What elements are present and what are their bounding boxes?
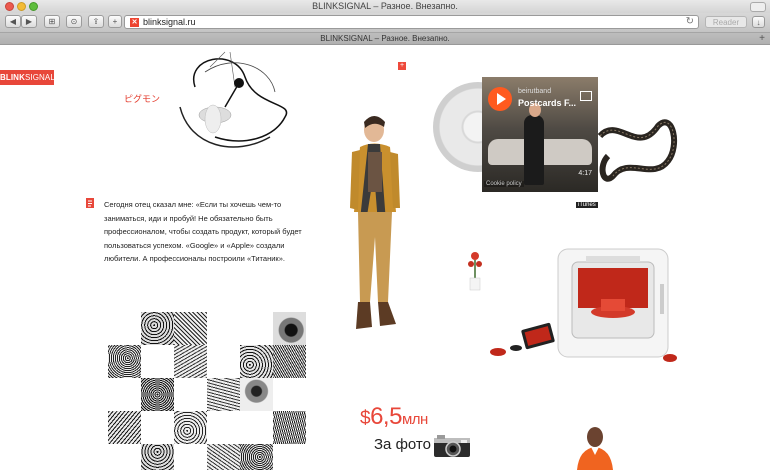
site-logo[interactable]: BLINKSIGNAL [0, 70, 55, 85]
mosaic-tile [174, 411, 207, 444]
plus-icon: + [112, 17, 118, 26]
video-player[interactable]: beirutband Postcards F... 4:17 Cookie po… [482, 77, 598, 192]
mosaic-tile [273, 312, 306, 345]
window-titlebar: BLINKSIGNAL – Разное. Внезапно. [0, 0, 770, 13]
bookmarks-icon: ⊙ [70, 17, 78, 26]
video-title[interactable]: Postcards F... [518, 98, 576, 108]
mosaic-tile [174, 345, 207, 378]
football-player-image [577, 427, 613, 470]
mosaic-tile [108, 411, 141, 444]
price-unit: млн [401, 411, 428, 428]
back-arrow-icon: ◀ [9, 17, 17, 26]
japanese-label[interactable]: ピグモン [124, 92, 160, 105]
tab-bar: BLINKSIGNAL – Разное. Внезапно. + [0, 32, 770, 45]
itunes-badge[interactable]: iTunes [576, 202, 598, 208]
mosaic-tile [141, 378, 174, 411]
top-sites-icon: ⊞ [48, 17, 56, 26]
browser-toolbar: ◀ ▶ ⊞ ⊙ ⇪ + ✕ blinksignal.ru ↻ Reader ↓ [0, 13, 770, 32]
price-amount[interactable]: $6,5млн [360, 403, 428, 431]
photo-label[interactable]: За фото [374, 436, 431, 453]
history-button[interactable]: ⊙ [66, 15, 82, 28]
reader-button[interactable]: Reader [705, 16, 747, 28]
mosaic-tile [108, 345, 141, 378]
mosaic-tile [273, 411, 306, 444]
add-bookmark-button[interactable]: + [108, 15, 122, 28]
document-icon [86, 198, 94, 208]
price-currency: $ [360, 408, 371, 429]
toolbar-toggle-button[interactable] [750, 2, 766, 12]
back-button[interactable]: ◀ [5, 15, 21, 28]
cookie-policy-link[interactable]: Cookie policy [484, 181, 524, 187]
favicon-icon: ✕ [130, 18, 139, 27]
expand-plus-icon[interactable]: + [398, 62, 406, 70]
tab-title[interactable]: BLINKSIGNAL – Разное. Внезапно. [0, 34, 770, 43]
mosaic-tile [273, 345, 306, 378]
price-value: 6,5 [370, 403, 402, 430]
share-button[interactable]: ⇪ [88, 15, 104, 28]
mosaic-tile [207, 378, 240, 411]
quote-text[interactable]: Сегодня отец сказал мне: «Если ты хочешь… [104, 198, 312, 266]
mosaic-tile [141, 444, 174, 470]
video-person-image [524, 115, 544, 185]
mosaic-tile [141, 312, 174, 345]
play-icon[interactable] [488, 87, 512, 111]
film-strip-image [598, 119, 678, 182]
logo-rest-text: SIGNAL [24, 73, 55, 82]
address-bar[interactable]: ✕ blinksignal.ru ↻ [124, 15, 699, 29]
share-icon: ⇪ [92, 17, 100, 26]
3d-printer-image[interactable] [478, 244, 683, 369]
forward-arrow-icon: ▶ [25, 17, 33, 26]
top-sites-button[interactable]: ⊞ [44, 15, 60, 28]
download-icon: ↓ [756, 18, 761, 27]
mosaic-tile [174, 312, 207, 345]
share-icon[interactable] [580, 91, 592, 101]
downloads-button[interactable]: ↓ [752, 16, 765, 28]
mosaic-tile [240, 444, 273, 470]
mosaic-tile [240, 345, 273, 378]
headphones-sketch-image[interactable] [175, 47, 295, 152]
fashion-model-image[interactable] [330, 112, 410, 342]
reload-icon[interactable]: ↻ [686, 16, 694, 27]
forward-button[interactable]: ▶ [21, 15, 37, 28]
logo-bold-text: BLINK [0, 73, 25, 82]
new-tab-icon[interactable]: + [759, 33, 765, 44]
video-channel[interactable]: beirutband [518, 88, 551, 95]
camera-icon [434, 435, 470, 457]
address-url[interactable]: blinksignal.ru [143, 17, 196, 27]
window-title: BLINKSIGNAL – Разное. Внезапно. [312, 1, 458, 11]
mosaic-tile [207, 444, 240, 470]
video-duration: 4:17 [578, 170, 592, 177]
mosaic-tile [240, 378, 273, 411]
